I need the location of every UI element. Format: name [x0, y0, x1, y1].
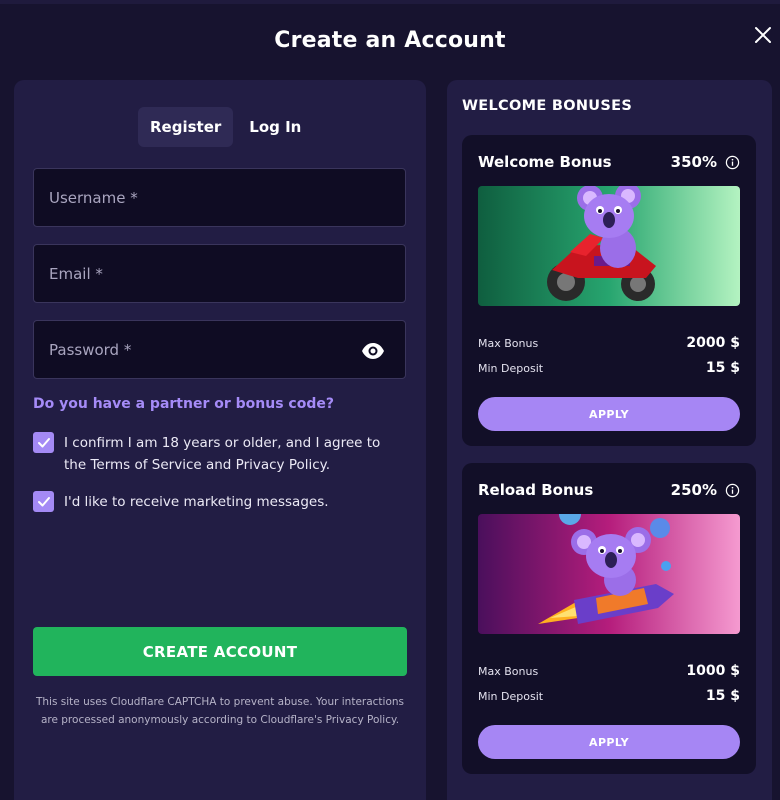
tab-register[interactable]: Register	[138, 107, 234, 147]
marketing-row: I'd like to receive marketing messages.	[33, 491, 394, 513]
bonus-card-reload[interactable]: Reload Bonus 250% Max Bonus 1000 $ Min D…	[462, 463, 756, 774]
create-account-button[interactable]: CREATE ACCOUNT	[33, 627, 407, 676]
password-field	[33, 320, 406, 379]
auth-tabs: Register Log In	[138, 107, 313, 147]
username-field	[33, 168, 406, 227]
min-deposit-label: Min Deposit	[478, 689, 544, 703]
age-confirm-checkbox[interactable]	[33, 432, 54, 453]
max-bonus-row: Max Bonus 1000 $	[478, 663, 740, 679]
eye-icon[interactable]	[361, 339, 385, 363]
bonus-name: Welcome Bonus	[478, 153, 612, 171]
min-deposit-row: Min Deposit 15 $	[478, 688, 740, 704]
register-panel: Register Log In Do you have a partner or…	[14, 80, 426, 800]
bonus-name: Reload Bonus	[478, 481, 594, 499]
card-header: Welcome Bonus 350%	[478, 153, 740, 171]
marketing-label: I'd like to receive marketing messages.	[64, 494, 329, 510]
age-confirm-row: I confirm I am 18 years or older, and I …	[33, 432, 394, 476]
max-bonus-value: 2000 $	[686, 335, 740, 351]
marketing-checkbox[interactable]	[33, 491, 54, 512]
apply-button[interactable]: APPLY	[478, 725, 740, 759]
card-header: Reload Bonus 250%	[478, 481, 740, 499]
min-deposit-value: 15 $	[705, 360, 740, 376]
create-account-modal: Create an Account Register Log In Do y	[0, 0, 780, 800]
min-deposit-value: 15 $	[705, 688, 740, 704]
koala-motorbike-banner	[478, 186, 740, 306]
modal-title: Create an Account	[274, 28, 506, 53]
bonus-percent: 250%	[671, 481, 740, 499]
captcha-notice: This site uses Cloudflare CAPTCHA to pre…	[35, 696, 405, 726]
max-bonus-label: Max Bonus	[478, 336, 539, 350]
max-bonus-value: 1000 $	[686, 663, 740, 679]
bonus-percent: 350%	[671, 153, 740, 171]
email-input[interactable]	[34, 245, 405, 302]
min-deposit-row: Min Deposit 15 $	[478, 360, 740, 376]
info-icon[interactable]	[725, 483, 740, 498]
apply-button[interactable]: APPLY	[478, 397, 740, 431]
partner-code-link[interactable]: Do you have a partner or bonus code?	[33, 396, 334, 412]
max-bonus-row: Max Bonus 2000 $	[478, 335, 740, 351]
bonus-card-welcome[interactable]: Welcome Bonus 350% Max Bonus 2000 $ Min …	[462, 135, 756, 446]
max-bonus-label: Max Bonus	[478, 664, 539, 678]
bonuses-panel: WELCOME BONUSES Welcome Bonus 350% Max B…	[447, 80, 772, 800]
info-icon[interactable]	[725, 155, 740, 170]
bonus-percent-value: 250%	[670, 481, 717, 499]
bonuses-title: WELCOME BONUSES	[462, 98, 633, 114]
tab-login[interactable]: Log In	[237, 107, 313, 147]
age-confirm-label: I confirm I am 18 years or older, and I …	[64, 435, 381, 473]
koala-rocket-banner	[478, 514, 740, 634]
password-input[interactable]	[34, 321, 405, 378]
close-icon[interactable]	[752, 24, 774, 46]
check-icon	[37, 437, 50, 447]
username-input[interactable]	[34, 169, 405, 226]
min-deposit-label: Min Deposit	[478, 361, 544, 375]
top-divider	[0, 0, 780, 4]
email-field	[33, 244, 406, 303]
check-icon	[37, 496, 50, 506]
bonus-percent-value: 350%	[670, 153, 717, 171]
